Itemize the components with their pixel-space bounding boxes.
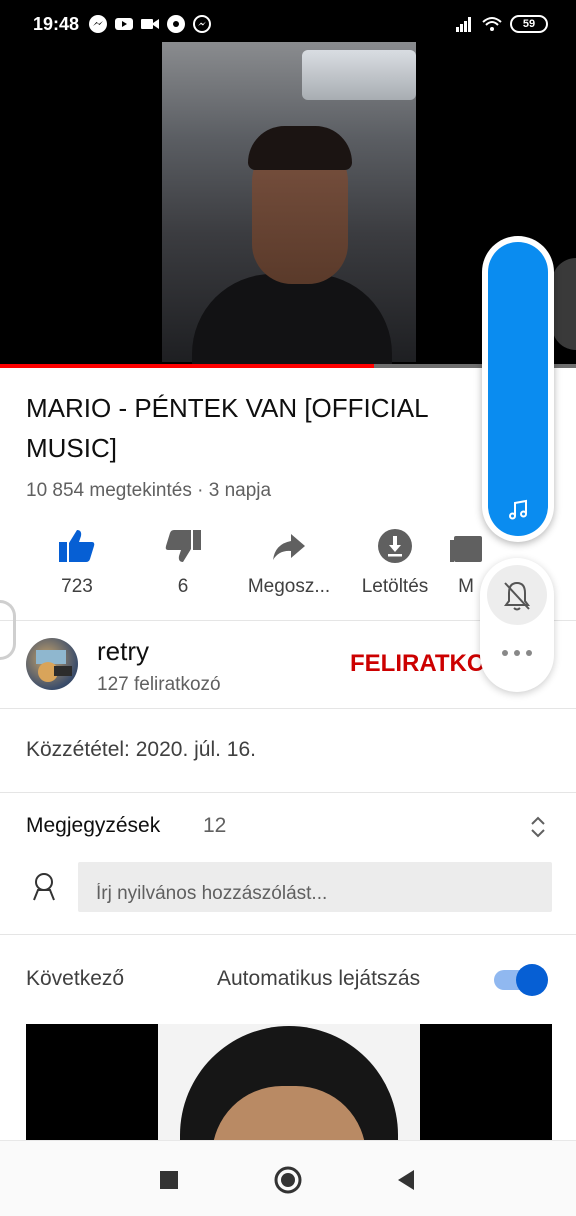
- status-time: 19:48: [33, 14, 80, 34]
- video-progress-fill: [0, 364, 375, 368]
- like-button[interactable]: 723: [22, 520, 132, 598]
- video-title[interactable]: MARIO - PÉNTEK VAN [OFFICIAL MUSIC]: [26, 388, 476, 468]
- recents-icon[interactable]: [154, 1165, 184, 1195]
- football-icon: [167, 15, 185, 33]
- download-icon: [378, 529, 412, 563]
- user-avatar: [30, 870, 58, 902]
- autoplay-label: Automatikus lejátszás: [217, 967, 421, 990]
- dislike-button[interactable]: 6: [128, 520, 238, 598]
- divider: [0, 934, 576, 935]
- thumbnail-image: [158, 1024, 420, 1140]
- dislike-count: 6: [177, 576, 189, 597]
- more-options-icon[interactable]: [500, 648, 534, 658]
- battery-level: 59: [522, 18, 536, 30]
- channel-avatar[interactable]: [26, 638, 78, 690]
- edge-bubble[interactable]: [552, 258, 576, 350]
- bell-off-icon: [504, 581, 530, 611]
- youtube-icon: [115, 18, 133, 30]
- autoplay-toggle-knob[interactable]: [516, 964, 548, 996]
- channel-subscriber-count: 127 feliratkozó: [97, 674, 221, 695]
- notification-icons: [88, 14, 212, 34]
- download-button[interactable]: Letöltés: [340, 520, 450, 598]
- comment-input[interactable]: [78, 862, 552, 912]
- share-label: Megosz...: [247, 576, 331, 597]
- side-gesture-handle[interactable]: [0, 600, 16, 660]
- messenger-icon: [193, 15, 211, 33]
- expand-comments-icon[interactable]: [528, 814, 548, 840]
- mute-notifications-button[interactable]: [487, 565, 547, 625]
- messenger-icon: [89, 15, 107, 33]
- next-video-thumbnail[interactable]: [26, 1024, 552, 1140]
- thumbs-down-icon: [165, 530, 201, 562]
- music-note-icon: [509, 499, 527, 520]
- comments-count: 12: [203, 814, 227, 837]
- floating-player-body: [488, 242, 548, 536]
- battery-icon: 59: [510, 15, 548, 33]
- system-nav-bar: [0, 1140, 576, 1216]
- divider: [0, 792, 576, 793]
- avatar-image: [36, 650, 72, 682]
- floating-menu: [480, 558, 554, 692]
- share-icon: [273, 534, 305, 560]
- comments-title[interactable]: Megjegyzések: [26, 814, 160, 838]
- playlist-add-icon: [450, 536, 482, 562]
- person-hair: [248, 126, 352, 170]
- back-icon[interactable]: [392, 1165, 422, 1195]
- download-label: Letöltés: [361, 576, 429, 597]
- thumbs-up-icon: [59, 530, 95, 562]
- home-icon[interactable]: [273, 1165, 303, 1195]
- subscribe-button[interactable]: FELIRATKOZÁS: [350, 650, 490, 678]
- car-window: [302, 50, 416, 100]
- status-bar: 19:48 59: [0, 0, 576, 42]
- video-frame: [162, 42, 416, 368]
- video-meta: 10 854 megtekintés · 3 napja: [26, 480, 272, 501]
- publish-date: Közzététel: 2020. júl. 16.: [26, 738, 256, 761]
- up-next-label: Következő: [26, 967, 125, 990]
- divider: [0, 708, 576, 709]
- signal-icon: [456, 17, 471, 32]
- person-shirt: [192, 274, 392, 368]
- like-count: 723: [61, 576, 93, 597]
- share-button[interactable]: Megosz...: [234, 520, 344, 598]
- wifi-icon: [482, 17, 502, 31]
- channel-name[interactable]: retry: [97, 636, 149, 667]
- system-status: 59: [454, 14, 548, 34]
- floating-music-player[interactable]: [482, 236, 554, 542]
- video-call-icon: [141, 19, 159, 29]
